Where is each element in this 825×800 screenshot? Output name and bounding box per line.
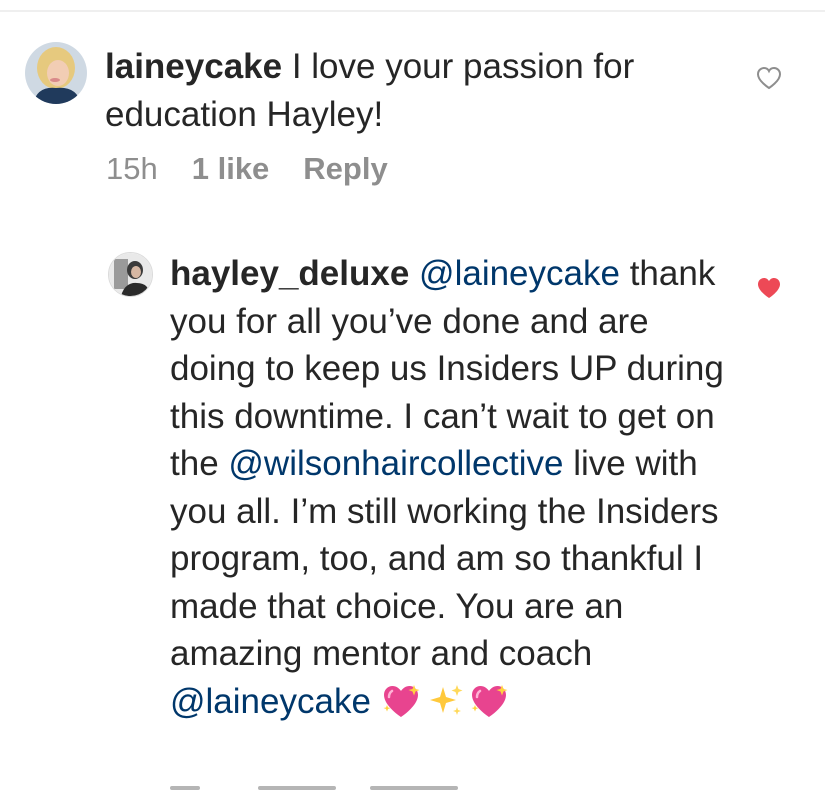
mention-wilsonhaircollective[interactable]: @wilsonhaircollective <box>228 444 563 483</box>
heart-filled-icon[interactable] <box>756 276 782 300</box>
sparkles-icon <box>425 683 465 719</box>
top-divider <box>0 10 825 12</box>
sparkling-heart-icon <box>469 683 509 719</box>
comment-timestamp[interactable]: 15h <box>106 151 158 187</box>
comment-meta-row: 15h 1 like Reply <box>106 151 388 187</box>
comment-laineycake: laineycake I love your passion for educa… <box>105 43 745 138</box>
reply-hayley-deluxe: hayley_deluxe @laineycake thank you for … <box>170 250 740 725</box>
comment-username[interactable]: laineycake <box>105 47 282 86</box>
comment-reply-button[interactable]: Reply <box>303 151 387 187</box>
mention-laineycake-end[interactable]: @laineycake <box>170 682 371 721</box>
avatar-hayley-deluxe[interactable] <box>108 252 153 297</box>
reply-meta-row-cutoff <box>170 786 470 800</box>
reply-username[interactable]: hayley_deluxe <box>170 254 409 293</box>
sparkling-heart-icon <box>381 683 421 719</box>
mention-laineycake[interactable]: @laineycake <box>419 254 620 293</box>
avatar-laineycake[interactable] <box>25 42 87 104</box>
comment-likes-count[interactable]: 1 like <box>192 151 270 187</box>
heart-outline-icon[interactable] <box>756 66 782 90</box>
